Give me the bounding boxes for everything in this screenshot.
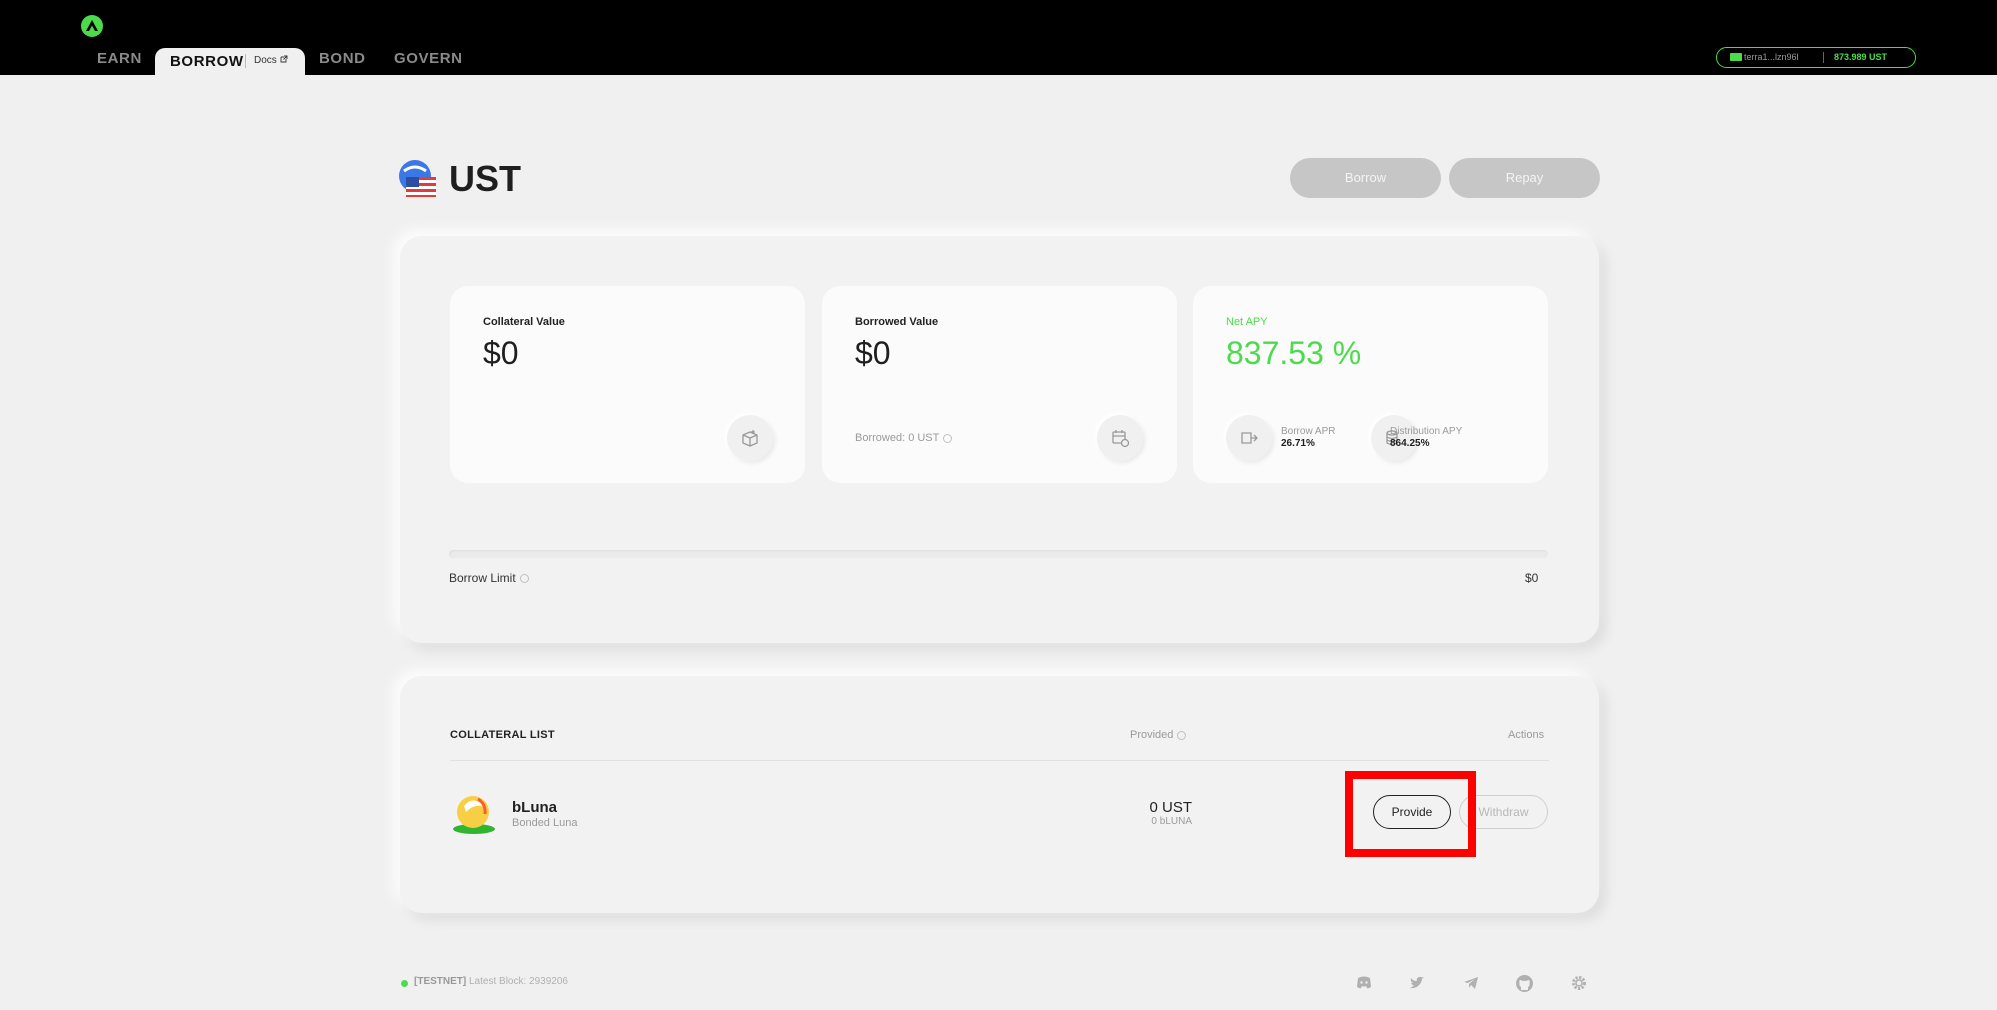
network-status-dot [401, 980, 408, 987]
top-navigation-bar: EARN BORROW Docs BOND GOVERN terra1...lz… [0, 0, 1997, 75]
discord-icon[interactable] [1355, 974, 1373, 992]
docs-link-label: Docs [254, 55, 277, 66]
anchor-logo-icon[interactable] [81, 15, 103, 37]
list-divider [450, 760, 1549, 761]
nav-tab-borrow-label: BORROW [170, 53, 244, 70]
asset-name: bLuna [512, 799, 557, 816]
asset-full-name: Bonded Luna [512, 817, 578, 829]
repay-button[interactable]: Repay [1449, 158, 1600, 198]
collateral-list-title: COLLATERAL LIST [450, 729, 555, 741]
provided-ust-value: 0 UST [1149, 799, 1192, 816]
provided-token-value: 0 bLUNA [1151, 816, 1192, 827]
wallet-separator [1823, 52, 1824, 63]
wallet-address: terra1...lzn96l [1744, 52, 1799, 62]
network-label: [TESTNET] [414, 976, 467, 987]
ust-flag-icon [399, 160, 436, 197]
borrow-apr-icon [1226, 415, 1272, 461]
borrowed-value-amount: $0 [855, 335, 891, 371]
collateral-value-card: Collateral Value $0 [450, 286, 805, 483]
nav-tab-bond[interactable]: BOND [319, 50, 366, 67]
collateral-value-title: Collateral Value [483, 316, 565, 328]
borrow-limit-value: $0 [1525, 571, 1539, 585]
bluna-icon [453, 796, 495, 834]
wallet-balance: 873.989 UST [1834, 52, 1888, 62]
borrow-apr-label: Borrow APR [1281, 426, 1336, 437]
distribution-apy-value: 864.25% [1390, 438, 1430, 449]
twitter-icon[interactable] [1408, 974, 1426, 992]
borrow-apr-value: 26.71% [1281, 438, 1315, 449]
info-icon[interactable] [943, 433, 953, 443]
info-icon[interactable] [1177, 730, 1187, 740]
docs-link[interactable]: Docs [254, 55, 288, 66]
borrow-limit-bar [449, 550, 1548, 558]
nav-tab-govern[interactable]: GOVERN [394, 50, 463, 67]
github-icon[interactable] [1515, 974, 1534, 993]
wallet-icon [1730, 53, 1742, 61]
page-title: UST [449, 158, 521, 199]
borrow-limit-label-text: Borrow Limit [449, 571, 516, 585]
withdraw-button[interactable]: Withdraw [1459, 795, 1548, 829]
latest-block[interactable]: Latest Block: 2939206 [469, 976, 568, 987]
borrowed-amount-text: Borrowed: 0 UST [855, 432, 940, 444]
borrowed-value-card: Borrowed Value $0 Borrowed: 0 UST [822, 286, 1177, 483]
network-status: [TESTNET] Latest Block: 2939206 [414, 976, 568, 987]
borrow-button[interactable]: Borrow [1290, 158, 1441, 198]
column-header-actions: Actions [1508, 729, 1545, 741]
column-header-provided-text: Provided [1130, 729, 1174, 741]
provide-button[interactable]: Provide [1373, 795, 1451, 829]
borrowed-amount-note: Borrowed: 0 UST [855, 432, 953, 444]
nav-separator [245, 54, 246, 68]
net-apy-card: Net APY 837.53 % Borrow APR 26.71% Distr… [1193, 286, 1548, 483]
net-apy-title: Net APY [1226, 316, 1268, 328]
external-link-icon [280, 55, 288, 63]
borrow-limit-label: Borrow Limit [449, 571, 529, 585]
nav-tab-borrow[interactable]: BORROW Docs [155, 48, 305, 75]
nav-tab-earn[interactable]: EARN [97, 50, 142, 67]
wallet-button[interactable]: terra1...lzn96l 873.989 UST [1716, 47, 1916, 68]
borrowed-value-title: Borrowed Value [855, 316, 939, 328]
column-header-provided: Provided [1130, 729, 1187, 741]
info-icon[interactable] [519, 574, 529, 584]
net-apy-value: 837.53 % [1226, 335, 1362, 371]
borrowed-calendar-icon [1097, 415, 1143, 461]
settings-gear-icon[interactable] [1570, 974, 1588, 992]
collateral-box-icon [727, 415, 773, 461]
telegram-icon[interactable] [1462, 974, 1480, 992]
distribution-apy-label: Distribution APY [1390, 426, 1463, 437]
collateral-value-amount: $0 [483, 335, 519, 371]
